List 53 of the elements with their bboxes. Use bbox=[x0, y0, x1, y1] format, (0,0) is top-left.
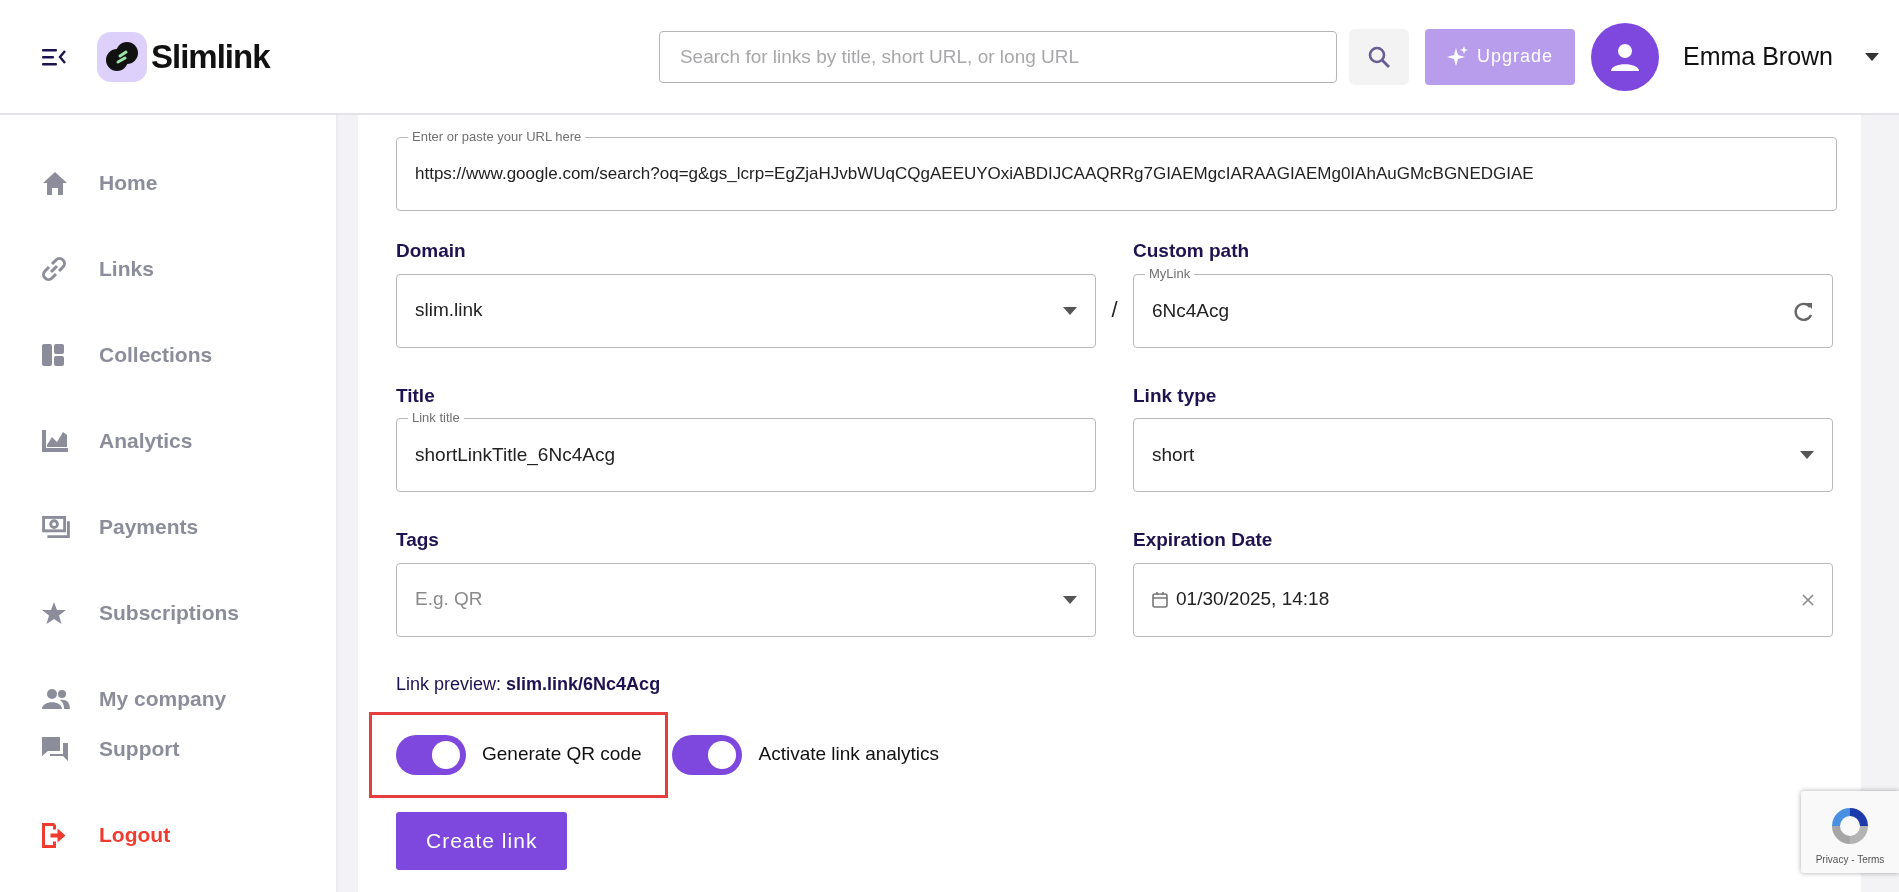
path-separator: / bbox=[1111, 295, 1118, 324]
field-label: Tags bbox=[396, 528, 440, 552]
sidebar-item[interactable]: Payments bbox=[99, 511, 199, 543]
caret-icon bbox=[1063, 306, 1077, 315]
search-button[interactable] bbox=[1348, 28, 1409, 85]
exit-door-icon bbox=[42, 822, 66, 848]
caret-icon[interactable] bbox=[1865, 52, 1879, 61]
create-link-button[interactable]: Create link bbox=[396, 811, 568, 870]
sidebar-item[interactable]: Links bbox=[99, 253, 154, 285]
sidebar-item[interactable]: Support bbox=[99, 733, 180, 765]
menu-collapse-icon[interactable] bbox=[42, 47, 66, 66]
recaptcha-terms[interactable]: Privacy - Terms bbox=[1815, 852, 1885, 867]
link-preview: Link preview: slim.link/6Nc4Acg bbox=[396, 672, 662, 696]
house-icon bbox=[42, 171, 68, 195]
field-legend: Enter or paste your URL here bbox=[408, 129, 586, 145]
toggle-switch[interactable] bbox=[672, 734, 743, 775]
upgrade-button[interactable]: Upgrade bbox=[1424, 28, 1575, 85]
caret-icon bbox=[1800, 451, 1814, 459]
field-label: Domain bbox=[396, 239, 467, 263]
search-icon bbox=[1366, 44, 1391, 69]
dropdown[interactable]: E.g. QR bbox=[396, 562, 1096, 637]
logo-icon bbox=[97, 31, 147, 82]
recaptcha-badge[interactable]: Privacy - Terms bbox=[1801, 791, 1899, 873]
field-label: Expiration Date bbox=[1133, 528, 1274, 552]
field-label: Link type bbox=[1133, 383, 1218, 408]
caret-icon bbox=[1063, 595, 1077, 604]
dropdown[interactable]: slim.link bbox=[396, 273, 1096, 348]
clear-icon bbox=[1802, 593, 1814, 606]
sidebar-item[interactable]: My company bbox=[99, 683, 227, 711]
sidebar-item[interactable]: Subscriptions bbox=[99, 597, 240, 629]
field-label: Custom path bbox=[1133, 239, 1251, 263]
refresh-icon[interactable] bbox=[1793, 301, 1813, 322]
people-icon bbox=[42, 689, 70, 709]
banknote-icon bbox=[42, 516, 70, 538]
user-name[interactable]: Emma Brown bbox=[1682, 37, 1833, 76]
chain-link-icon bbox=[42, 257, 66, 281]
sidebar-item[interactable]: Collections bbox=[99, 339, 213, 371]
star-icon bbox=[42, 602, 66, 624]
area-chart-icon bbox=[42, 430, 68, 452]
layout-grid-icon bbox=[42, 344, 64, 366]
toggle-label: Activate link analytics bbox=[758, 742, 940, 767]
dropdown[interactable]: short bbox=[1133, 418, 1833, 492]
chat-bubbles-icon bbox=[42, 737, 68, 761]
toggle-label: Generate QR code bbox=[482, 742, 642, 767]
logout-link[interactable]: Logout bbox=[99, 819, 171, 851]
brand-name: Slimlink bbox=[151, 36, 270, 77]
sidebar-item[interactable]: Home bbox=[99, 167, 158, 199]
sidebar-item[interactable]: Analytics bbox=[99, 425, 193, 457]
date-input-field[interactable]: 01/30/2025, 14:18 bbox=[1133, 562, 1833, 637]
search-field[interactable]: Search for links by title, short URL, or long URL bbox=[658, 30, 1337, 83]
calendar-icon bbox=[1152, 591, 1168, 608]
toggle-switch[interactable] bbox=[396, 734, 466, 775]
field-label: Title bbox=[396, 383, 436, 408]
